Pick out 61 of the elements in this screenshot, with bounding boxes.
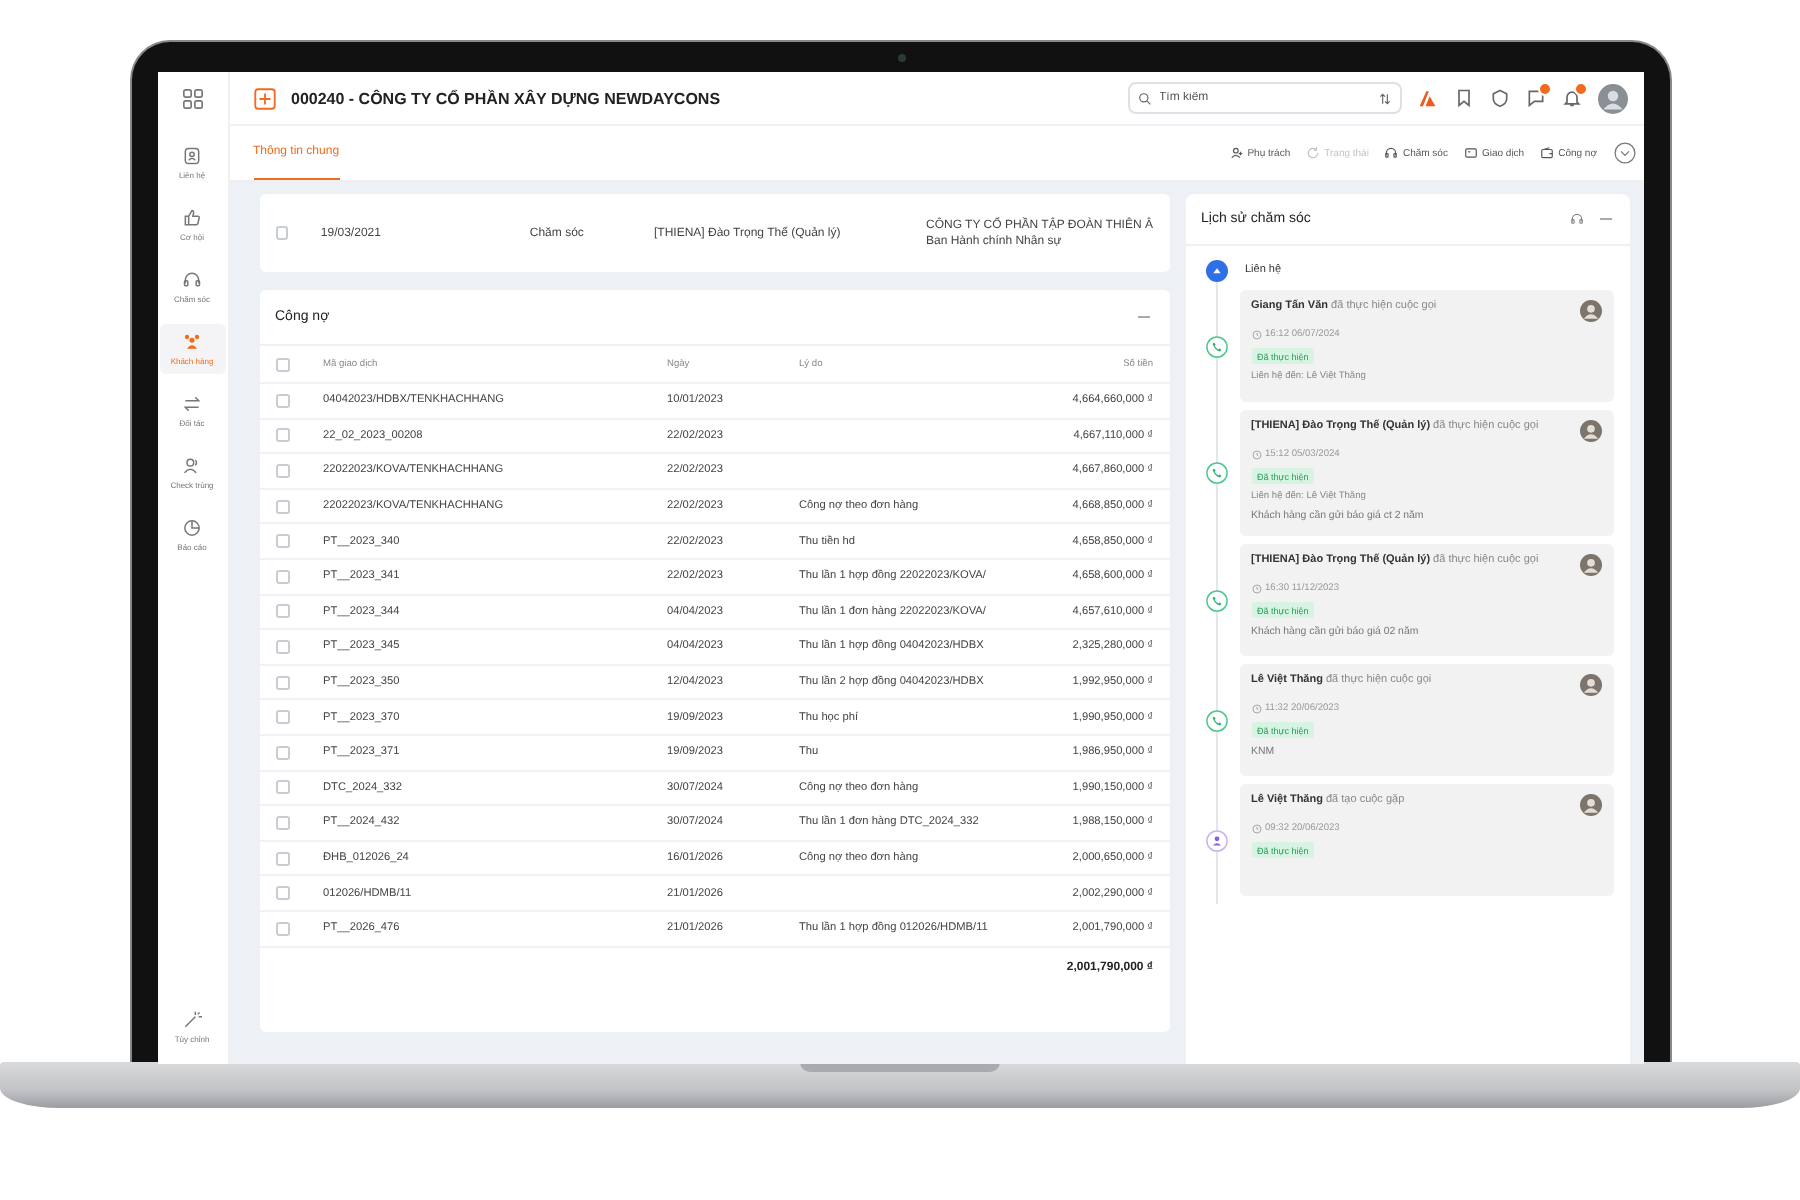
checkbox[interactable] [275,604,289,619]
shield-icon[interactable] [1489,88,1509,108]
card-icon [1463,146,1478,160]
avatar-icon [1579,794,1601,816]
headset-icon[interactable] [1569,212,1583,226]
people-icon [182,332,202,352]
checkbox[interactable] [275,226,289,240]
checkbox[interactable] [275,886,289,901]
camera-icon [897,54,905,62]
page-title: 000240 - CÔNG TY CỔ PHẦN XÂY DỰNG NEWDAYCONS [291,89,723,107]
clock-icon [1251,824,1261,834]
avatar-icon [1579,300,1601,322]
clock-icon [1251,330,1261,340]
phone-icon [1205,589,1227,611]
bookmark-icon[interactable] [1453,88,1473,108]
clock-icon [1251,450,1261,460]
checkbox[interactable] [275,463,289,478]
avatar-icon [1579,554,1601,576]
thumbs-up-icon [182,208,202,228]
headset-icon [1384,146,1399,160]
chevron-down-icon[interactable] [1613,142,1635,164]
chat-icon[interactable] [1525,88,1545,108]
checkbox[interactable] [275,639,289,654]
users-icon [182,456,202,476]
checkbox[interactable] [275,675,289,690]
swap-icon [182,394,202,414]
checkbox[interactable] [275,428,289,443]
refresh-icon [1306,146,1321,160]
clock-icon [1251,704,1261,714]
checkbox[interactable] [275,921,289,936]
checkbox[interactable] [275,851,289,866]
clock-icon [1251,584,1261,594]
magic-wand-icon [182,1010,202,1030]
phone-icon [1205,709,1227,731]
avatar-icon [1579,420,1601,442]
checkbox[interactable] [275,745,289,760]
logo-icon[interactable] [1417,88,1437,108]
checkbox[interactable] [275,534,289,549]
wallet-icon [1540,146,1555,160]
avatar-icon [1579,674,1601,696]
pie-chart-icon [182,518,202,538]
phone-icon [1205,462,1227,484]
notification-badge [1573,82,1587,96]
add-icon[interactable] [253,87,275,109]
people-icon [1205,829,1227,851]
checkbox[interactable] [275,815,289,830]
sort-icon[interactable] [1377,91,1391,105]
contact-icon [182,146,202,166]
checkbox[interactable] [275,780,289,795]
checkbox[interactable] [275,499,289,514]
notification-badge [1537,82,1551,96]
headset-icon [182,270,202,290]
checkbox[interactable] [275,710,289,725]
avatar-icon[interactable] [1597,83,1627,113]
user-add-icon [1229,146,1244,160]
checkbox[interactable] [275,357,289,371]
checkbox[interactable] [275,569,289,584]
checkbox[interactable] [275,393,289,408]
apps-grid-icon[interactable] [181,88,203,110]
bell-icon[interactable] [1561,88,1581,108]
phone-icon [1205,335,1227,357]
